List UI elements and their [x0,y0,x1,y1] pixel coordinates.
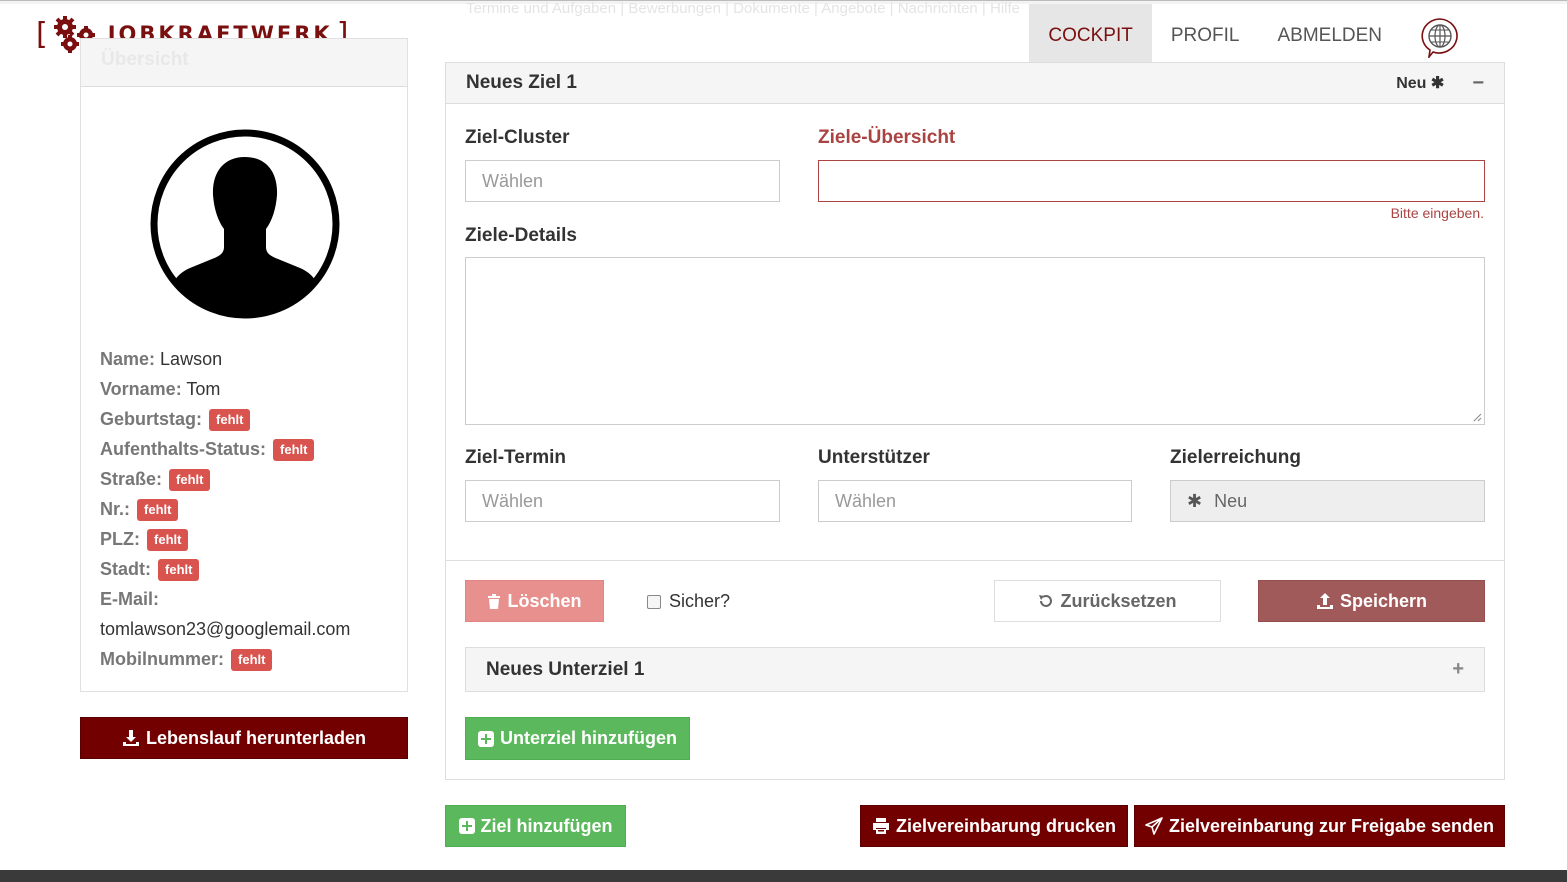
plus-square-icon [478,730,494,747]
missing-badge: fehlt [209,409,251,432]
missing-badge: fehlt [169,469,211,492]
profile-row-city: Stadt: fehlt [100,554,350,584]
missing-badge: fehlt [137,499,179,522]
collapse-icon[interactable]: − [1472,72,1484,95]
trash-icon [488,594,501,609]
achievement-label: Zielerreichung [1170,447,1301,468]
cluster-select[interactable]: Wählen [465,160,780,202]
top-nav: COCKPIT PROFIL ABMELDEN [1029,4,1567,67]
save-button[interactable]: Speichern [1258,580,1485,622]
name-value: Lawson [160,349,223,369]
email-value: tomlawson23@googlemail.com [100,619,351,639]
supporter-label: Unterstützer [818,447,930,468]
paper-plane-icon [1145,817,1163,835]
subgoal-title: Neues Unterziel 1 [486,658,645,680]
delete-button[interactable]: Löschen [465,580,604,622]
nav-cockpit[interactable]: COCKPIT [1029,4,1152,67]
goal-title: Neues Ziel 1 [466,72,577,93]
missing-badge: fehlt [158,559,200,582]
profile-panel-title: Übersicht [81,39,407,87]
goal-panel: Neues Ziel 1 Neu ✱ − Ziel-Cluster Wählen… [445,62,1505,780]
cluster-label: Ziel-Cluster [465,127,570,148]
profile-row-firstname: Vorname: Tom [100,379,221,399]
divider [446,560,1504,561]
reset-button[interactable]: Zurücksetzen [994,580,1221,622]
profile-row-residence: Aufenthalts-Status: fehlt [100,434,350,464]
details-textarea[interactable] [465,257,1485,425]
undo-history-icon [1039,595,1053,607]
resize-grip-icon[interactable] [1472,412,1482,422]
details-label: Ziele-Details [465,225,577,246]
overview-label: Ziele-Übersicht [818,127,956,148]
profile-row-street: Straße: fehlt [100,464,350,494]
profile-row-name: Name: Lawson [100,349,223,369]
user-avatar-icon [150,129,340,319]
plus-square-icon [458,818,475,834]
bottom-bar [0,870,1567,882]
goal-panel-header[interactable]: Neues Ziel 1 Neu ✱ − [446,63,1504,104]
globe-speech-icon[interactable] [1419,16,1461,58]
print-icon [872,818,889,834]
profile-row-zip: PLZ: fehlt [100,524,350,554]
expand-plus-icon[interactable]: + [1452,658,1464,681]
nav-abmelden[interactable]: ABMELDEN [1258,4,1401,67]
date-select[interactable]: Wählen [465,480,780,522]
download-icon [122,730,139,746]
date-label: Ziel-Termin [465,447,566,468]
profile-row-mobile: Mobilnummer: fehlt [100,644,350,674]
print-agreement-button[interactable]: Zielvereinbarung drucken [860,805,1128,847]
achievement-field: ✱ Neu [1170,480,1485,522]
goal-status: Neu ✱ [1396,75,1445,92]
overview-input[interactable] [818,160,1485,202]
supporter-select[interactable]: Wählen [818,480,1132,522]
add-subgoal-button[interactable]: Unterziel hinzufügen [465,717,690,760]
missing-badge: fehlt [231,649,273,672]
firstname-value: Tom [186,379,221,399]
asterisk-icon: ✱ [1430,75,1445,92]
download-cv-button[interactable]: Lebenslauf herunterladen [80,717,408,759]
checkbox[interactable] [647,594,661,609]
profile-row-birthday: Geburtstag: fehlt [100,404,350,434]
overview-error-text: Bitte eingeben. [1390,205,1484,221]
send-for-approval-button[interactable]: Zielvereinbarung zur Freigabe senden [1134,805,1505,847]
profile-fields: Name: Lawson Vorname: Tom Geburtstag: fe… [100,344,350,674]
add-goal-button[interactable]: Ziel hinzufügen [445,805,626,847]
confirm-checkbox[interactable]: Sicher? [647,591,730,612]
profile-panel: Übersicht Name: Lawson Vorname: Tom Gebu… [80,38,408,692]
subgoal-panel-header[interactable]: Neues Unterziel 1 + [465,647,1485,692]
nav-profil[interactable]: PROFIL [1152,4,1259,67]
profile-row-number: Nr.: fehlt [100,494,350,524]
asterisk-icon: ✱ [1187,490,1203,511]
profile-row-email: E-Mail: [100,589,160,609]
missing-badge: fehlt [273,439,315,462]
upload-icon [1316,593,1333,609]
missing-badge: fehlt [147,529,189,552]
